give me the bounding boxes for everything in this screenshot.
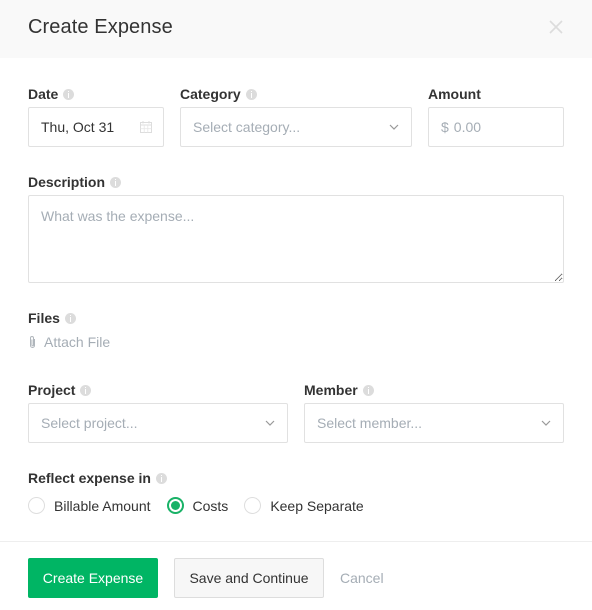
radio-label: Keep Separate [270,497,364,514]
member-label: Member [304,382,374,398]
radio-keep-separate[interactable]: Keep Separate [244,497,364,514]
member-select[interactable]: Select member... [304,403,564,443]
amount-input[interactable]: $ 0.00 [428,107,564,147]
category-label: Category [180,86,257,102]
date-value: Thu, Oct 31 [41,119,115,135]
paperclip-icon [30,336,35,348]
info-icon[interactable] [64,312,76,324]
info-icon[interactable] [362,384,374,396]
info-icon[interactable] [110,176,122,188]
chevron-down-icon [541,420,551,426]
calendar-icon [140,121,152,133]
files-label: Files [28,310,76,326]
radio-circle[interactable] [244,497,262,514]
member-label-text: Member [304,382,358,398]
project-label: Project [28,382,92,398]
radio-circle[interactable] [28,497,45,514]
date-input[interactable]: Thu, Oct 31 [28,107,164,147]
chevron-down-icon [265,420,275,426]
info-icon[interactable] [245,88,257,100]
radio-costs[interactable]: Costs [166,497,229,514]
attach-file-link[interactable]: Attach File [28,334,110,350]
radio-billable-amount[interactable]: Billable Amount [28,497,151,514]
attach-file-text: Attach File [44,334,111,350]
category-label-text: Category [180,86,241,102]
cancel-button[interactable]: Cancel [340,558,384,598]
amount-placeholder: 0.00 [453,119,482,135]
date-label: Date [28,86,75,102]
member-placeholder: Select member... [317,415,423,431]
description-textarea[interactable] [28,195,564,283]
date-label-text: Date [28,86,59,102]
category-placeholder: Select category... [193,119,301,135]
save-and-continue-button[interactable]: Save and Continue [174,558,324,598]
amount-label: Amount [428,86,481,102]
create-expense-modal: Create Expense Date Thu, Oct 31 Category… [0,0,592,610]
reflect-radio-group: Billable Amount Costs Keep Separate [28,497,380,514]
reflect-label: Reflect expense in [28,470,167,486]
files-label-text: Files [28,310,60,326]
create-expense-button[interactable]: Create Expense [28,558,158,598]
info-icon[interactable] [80,384,92,396]
project-placeholder: Select project... [41,415,138,431]
project-label-text: Project [28,382,76,398]
radio-circle-checked[interactable] [166,497,184,514]
project-select[interactable]: Select project... [28,403,288,443]
description-label-text: Description [28,174,106,190]
amount-label-text: Amount [428,86,481,102]
reflect-label-text: Reflect expense in [28,470,151,486]
modal-header: Create Expense [0,0,592,58]
category-select[interactable]: Select category... [180,107,412,147]
radio-label: Billable Amount [54,497,151,514]
chevron-down-icon [389,124,399,130]
description-label: Description [28,174,122,190]
close-icon[interactable] [548,19,564,35]
info-icon[interactable] [63,88,75,100]
modal-title: Create Expense [28,16,173,38]
currency-symbol: $ [441,119,449,135]
footer-divider [0,541,592,542]
info-icon[interactable] [155,472,167,484]
radio-label: Costs [192,497,229,514]
